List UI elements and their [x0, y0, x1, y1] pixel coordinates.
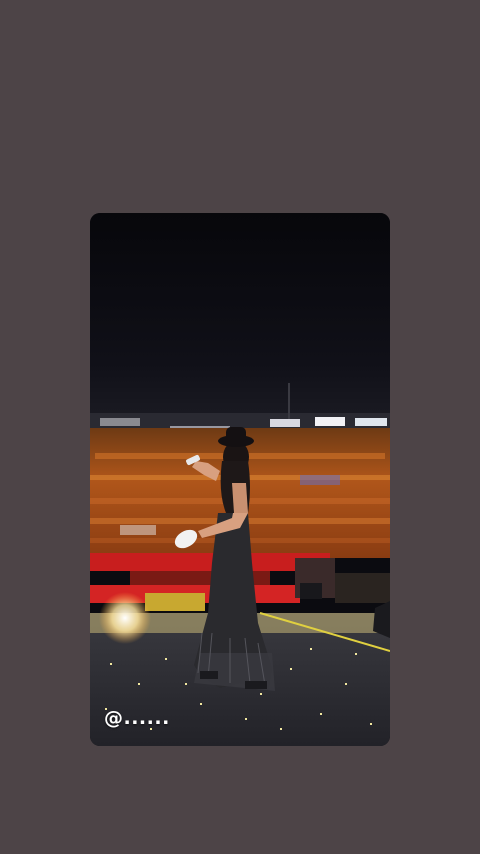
sky [90, 213, 390, 428]
concert-photo [90, 213, 390, 746]
pyro-spark [99, 592, 151, 644]
mention-sticker[interactable]: @...... [104, 707, 170, 729]
stage-wedge [145, 593, 205, 611]
story-screen: @...... [0, 0, 480, 854]
story-photo[interactable]: @...... [90, 213, 390, 746]
